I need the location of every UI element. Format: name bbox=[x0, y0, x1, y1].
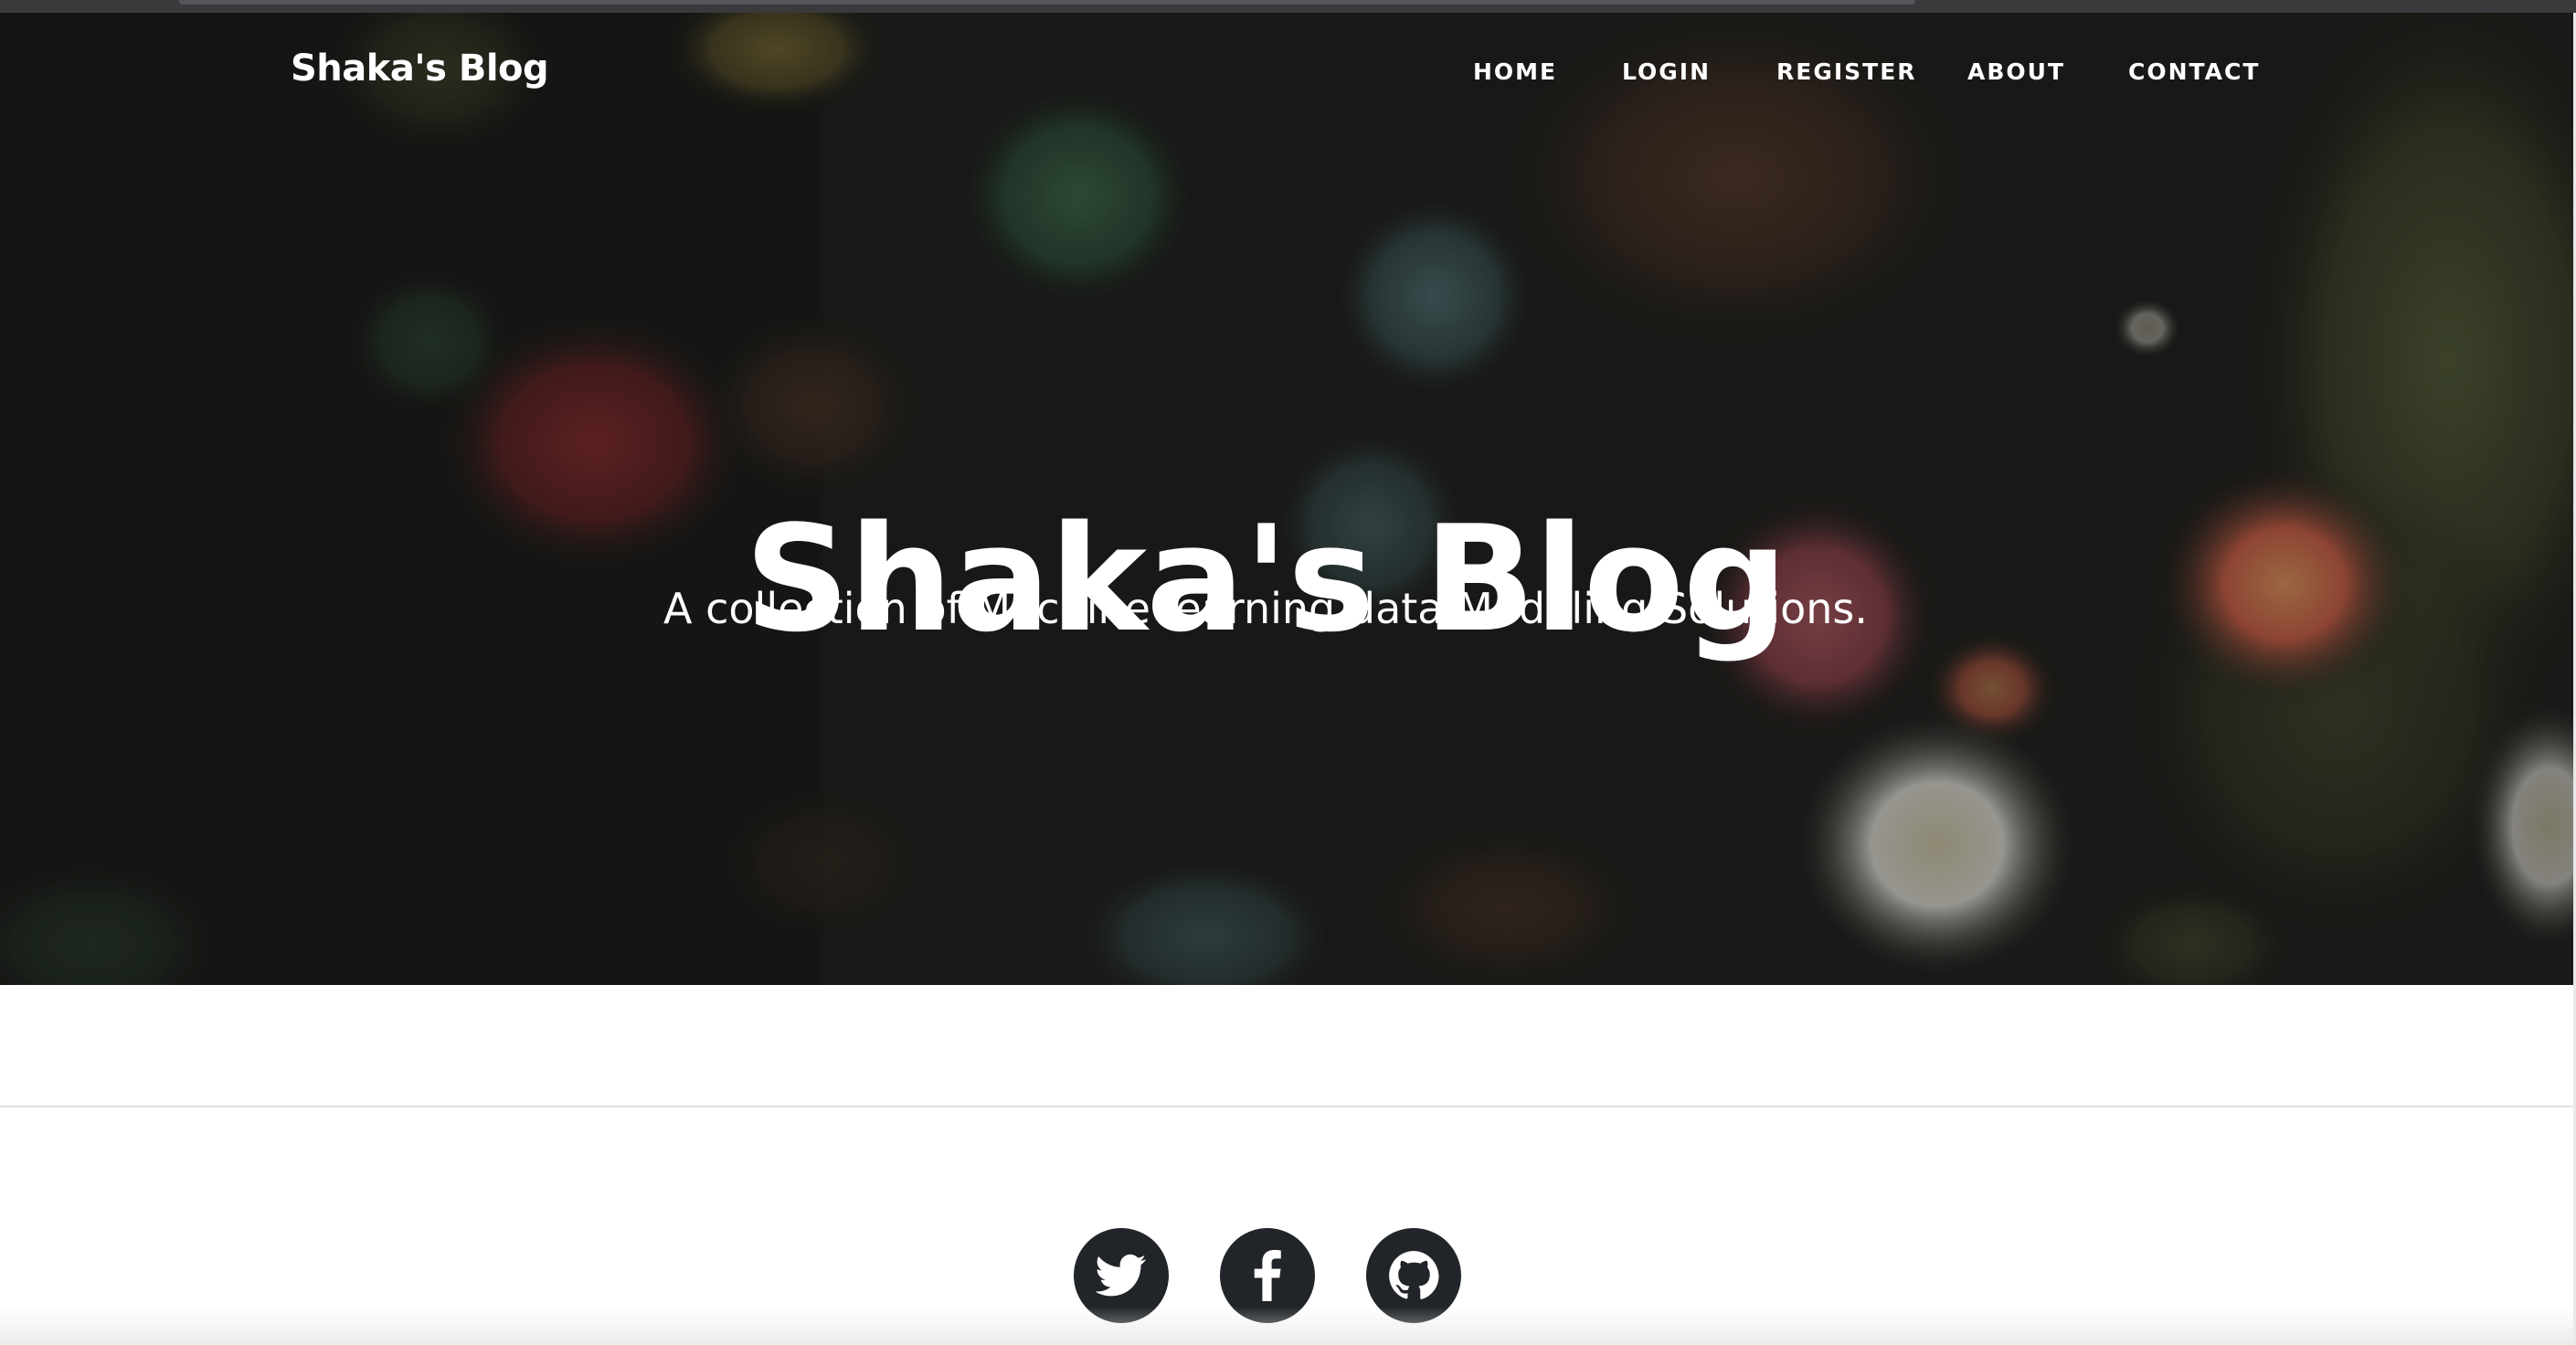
nav-link-contact[interactable]: CONTACT bbox=[2128, 58, 2260, 85]
twitter-button[interactable] bbox=[1074, 1228, 1169, 1323]
hero-subtitle: A collection of Machine learning data Mo… bbox=[663, 584, 1868, 633]
top-navbar: Shaka's Blog HOME LOGIN REGISTER ABOUT C… bbox=[0, 13, 2573, 132]
nav-link-about[interactable]: ABOUT bbox=[1967, 58, 2065, 85]
github-icon bbox=[1389, 1251, 1439, 1299]
twitter-icon bbox=[1096, 1254, 1147, 1297]
page: Shaka's Blog A collection of Machine lea… bbox=[0, 0, 2576, 1345]
nav-link-home[interactable]: HOME bbox=[1473, 58, 1557, 85]
facebook-button[interactable] bbox=[1220, 1228, 1315, 1323]
horizontal-scroll-thumb[interactable] bbox=[179, 0, 1915, 5]
hero-header: Shaka's Blog A collection of Machine lea… bbox=[0, 13, 2573, 985]
github-button[interactable] bbox=[1366, 1228, 1461, 1323]
content-divider bbox=[0, 1106, 2573, 1107]
social-links bbox=[0, 1228, 2573, 1327]
nav-links: HOME LOGIN REGISTER ABOUT CONTACT bbox=[0, 58, 2573, 95]
nav-link-register[interactable]: REGISTER bbox=[1776, 58, 1917, 85]
nav-link-login[interactable]: LOGIN bbox=[1622, 58, 1711, 85]
facebook-icon bbox=[1254, 1250, 1281, 1301]
